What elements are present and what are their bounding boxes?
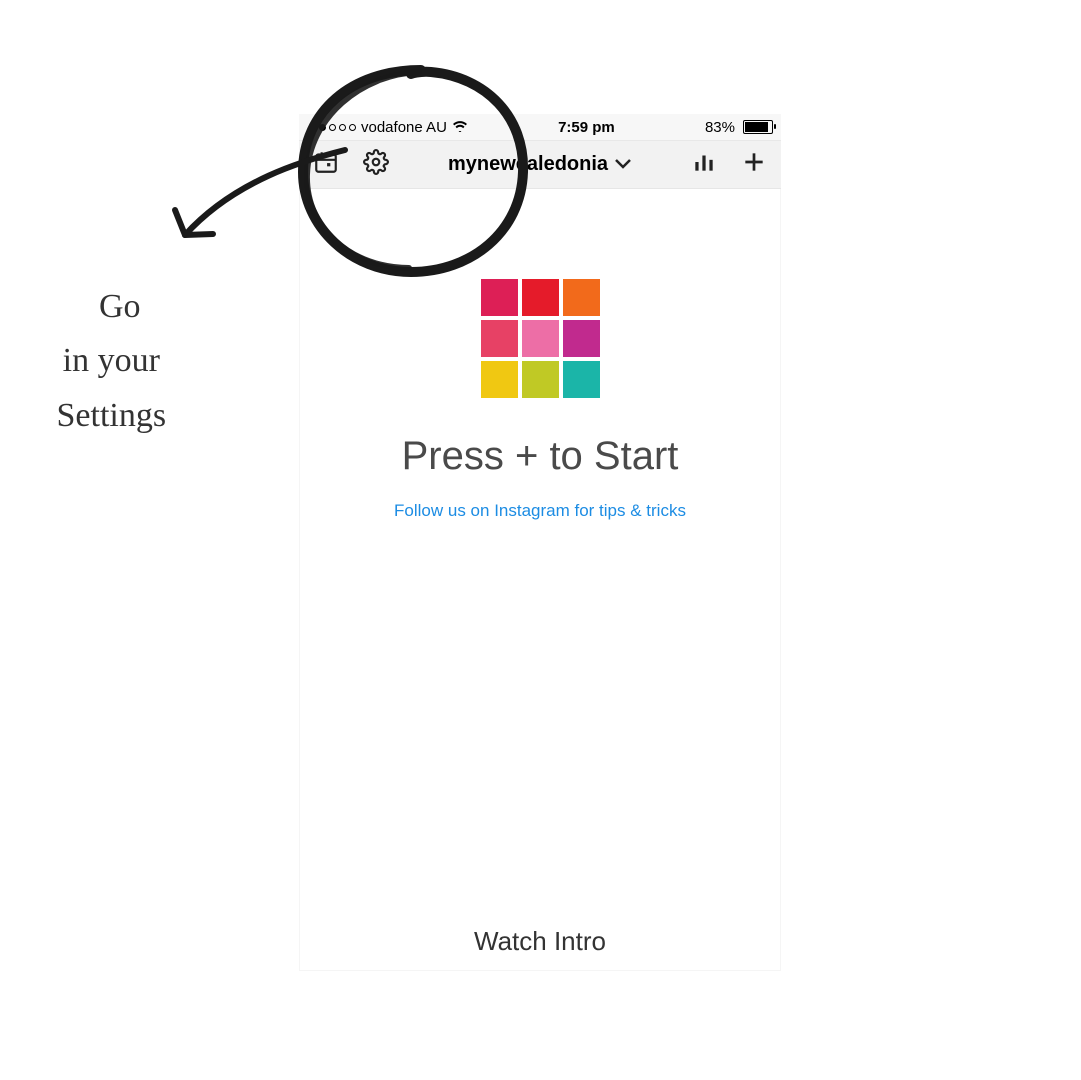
follow-link[interactable]: Follow us on Instagram for tips & tricks (394, 501, 686, 521)
logo-tile (563, 320, 600, 357)
annotation-text: Go in your Settings (48, 280, 166, 443)
logo-tile (522, 361, 559, 398)
plus-icon[interactable] (741, 149, 767, 180)
logo-tile (563, 279, 600, 316)
battery-pct: 83% (705, 119, 735, 136)
watch-intro-button[interactable]: Watch Intro (299, 926, 781, 957)
logo-tile (563, 361, 600, 398)
logo-tile (481, 279, 518, 316)
logo-tile (522, 279, 559, 316)
logo-tile (481, 320, 518, 357)
clock: 7:59 pm (558, 119, 615, 136)
battery-icon (743, 120, 773, 134)
logo-tile (522, 320, 559, 357)
stats-icon[interactable] (691, 149, 717, 180)
logo-tile (481, 361, 518, 398)
arrow-annotation (155, 140, 355, 260)
statusbar-right: 83% (705, 119, 773, 136)
start-heading: Press + to Start (402, 434, 679, 479)
app-logo (481, 279, 600, 398)
chevron-down-icon (614, 153, 632, 176)
